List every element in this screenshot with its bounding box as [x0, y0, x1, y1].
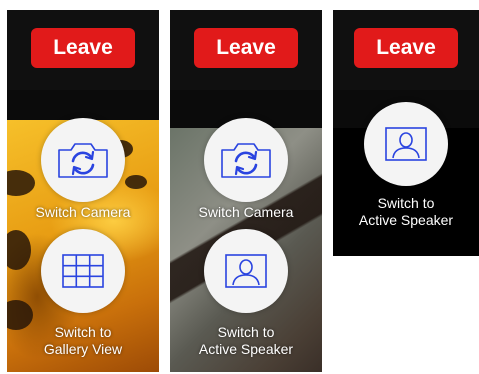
leave-button[interactable]: Leave [31, 28, 135, 68]
leave-button[interactable]: Leave [194, 28, 298, 68]
meeting-panel-1: Leave Switch Camera Switch to Gallery Vi… [7, 10, 159, 372]
gallery-view-icon [62, 254, 104, 288]
switch-camera-label: Switch Camera [35, 204, 131, 220]
top-bar: Leave [7, 10, 159, 90]
switch-camera-icon [221, 143, 271, 178]
switch-camera-icon [58, 143, 108, 178]
switch-to-gallery-view-button[interactable] [41, 229, 125, 313]
top-bar: Leave [333, 10, 479, 90]
meeting-panel-2: Leave Switch Camera Switch to Active Spe… [170, 10, 322, 372]
top-bar: Leave [170, 10, 322, 90]
switch-to-active-speaker-label: Switch to Active Speaker [358, 195, 454, 228]
meeting-panel-3: Leave Switch to Active Speaker [333, 10, 479, 256]
switch-to-gallery-view-label: Switch to Gallery View [43, 324, 123, 357]
switch-camera-button[interactable] [204, 118, 288, 202]
switch-to-active-speaker-button[interactable] [364, 102, 448, 186]
switch-camera-label: Switch Camera [198, 204, 294, 220]
switch-to-active-speaker-label: Switch to Active Speaker [198, 324, 294, 357]
active-speaker-icon [225, 254, 267, 288]
switch-to-active-speaker-button[interactable] [204, 229, 288, 313]
switch-camera-button[interactable] [41, 118, 125, 202]
leave-button[interactable]: Leave [354, 28, 458, 68]
active-speaker-icon [385, 127, 427, 161]
